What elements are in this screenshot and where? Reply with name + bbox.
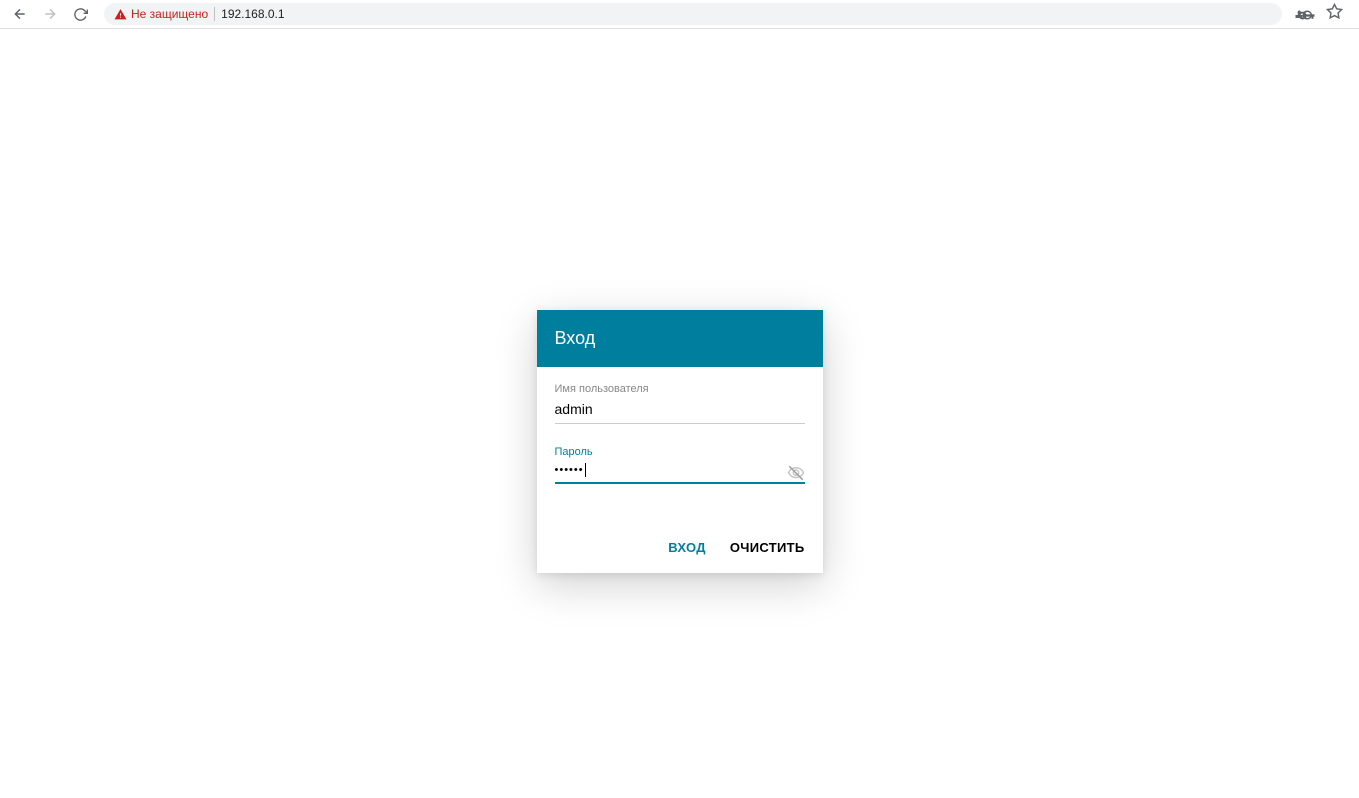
clear-button[interactable]: ОЧИСТИТЬ	[730, 540, 805, 555]
star-icon[interactable]	[1326, 3, 1343, 25]
password-input[interactable]: ••••••	[555, 460, 805, 484]
forward-button[interactable]	[38, 2, 62, 26]
password-group: Пароль ••••••	[555, 446, 805, 484]
card-title: Вход	[537, 310, 823, 367]
back-button[interactable]	[8, 2, 32, 26]
not-secure-badge: Не защищено	[114, 7, 208, 21]
not-secure-label: Не защищено	[131, 7, 208, 21]
card-body: Имя пользователя Пароль ••••••	[537, 367, 823, 516]
key-icon[interactable]	[1294, 3, 1316, 26]
username-label: Имя пользователя	[555, 383, 805, 395]
username-group: Имя пользователя	[555, 383, 805, 424]
divider	[214, 7, 215, 21]
username-input[interactable]	[555, 397, 805, 424]
url-text: 192.168.0.1	[221, 7, 284, 21]
reload-button[interactable]	[68, 2, 92, 26]
card-actions: ВХОД ОЧИСТИТЬ	[537, 516, 823, 573]
browser-toolbar: Не защищено 192.168.0.1	[0, 0, 1359, 29]
address-bar[interactable]: Не защищено 192.168.0.1	[104, 3, 1282, 25]
warning-icon	[114, 8, 127, 21]
page-content: Вход Имя пользователя Пароль •••••• ВХОД…	[0, 29, 1359, 798]
login-card: Вход Имя пользователя Пароль •••••• ВХОД…	[537, 310, 823, 573]
toolbar-right	[1294, 3, 1351, 26]
login-button[interactable]: ВХОД	[668, 540, 706, 555]
password-label: Пароль	[555, 446, 805, 458]
visibility-off-icon[interactable]	[787, 464, 805, 487]
